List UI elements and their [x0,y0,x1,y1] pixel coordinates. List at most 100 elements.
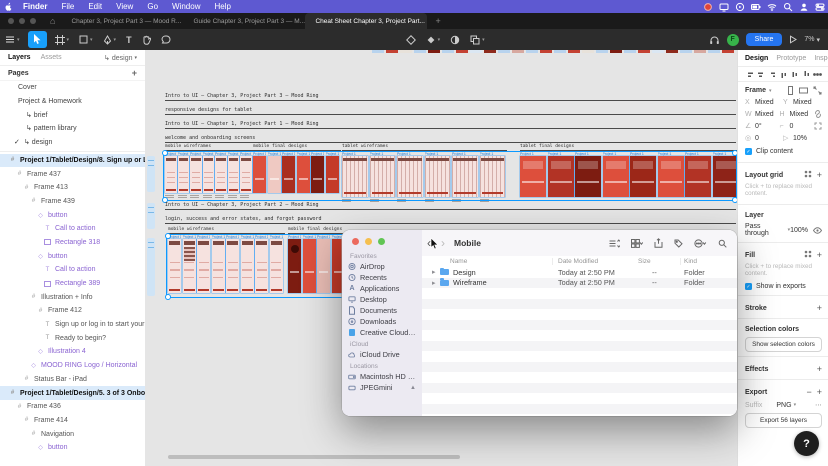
menu-item-edit[interactable]: Edit [81,2,109,11]
sidebar-item-macintosh-hd-data[interactable]: Macintosh HD - Data [342,371,422,382]
show-in-exports-checkbox[interactable]: ✓Show in exports [738,281,828,292]
apple-icon[interactable] [0,1,16,12]
boolean-groups-icon[interactable]: ▾ [465,31,490,48]
align-right-icon[interactable] [768,70,777,79]
layer-row[interactable]: ◇button [0,249,145,263]
layer-row[interactable]: #Frame 436 [0,400,145,414]
eject-icon[interactable]: ▲ [410,385,416,391]
list-view-icon[interactable] [609,239,620,248]
export-format-select[interactable]: PNG▾ [776,402,796,409]
mask-icon[interactable] [445,31,465,48]
finder-window-controls[interactable] [352,238,385,245]
y-position-field[interactable]: YMixed [783,99,821,106]
sidebar-item-icloud-drive[interactable]: iCloud Drive [342,349,422,360]
wifi-icon[interactable] [764,2,780,12]
layer-row[interactable]: Rectangle 389 [0,277,145,291]
layer-row[interactable]: #Project 1/Tablet/Design/5. 3 of 3 Onboa… [0,386,145,400]
hand-tool-icon[interactable] [137,31,156,48]
page-selector[interactable]: ↳ design▾ [104,54,137,62]
align-top-icon[interactable] [779,70,788,79]
menu-item-finder[interactable]: Finder [16,2,54,11]
align-bottom-icon[interactable] [802,70,811,79]
window-control-dot[interactable] [8,18,14,24]
actions-icon[interactable] [694,239,707,248]
tab-design[interactable]: Design [745,55,768,62]
window-control-dot[interactable] [19,18,25,24]
tab-layers[interactable]: Layers [8,54,31,61]
file-row-wireframe[interactable]: ▸WireframeToday at 2:50 PM--Folder [422,278,737,289]
tab-prototype[interactable]: Prototype [776,55,806,62]
home-icon[interactable]: ⌂ [44,13,61,29]
disclosure-triangle[interactable]: ▸ [432,279,436,287]
layer-row[interactable]: ◇Illustration 4 [0,345,145,359]
layer-row[interactable]: #Project 1/Tablet/Design/8. Sign up or L… [0,154,145,168]
layer-row[interactable]: TReady to begin? [0,331,145,345]
selection-handle[interactable] [165,233,171,239]
visibility-eye-icon[interactable] [813,227,822,234]
play-circle-icon[interactable] [732,2,748,12]
comment-tool-icon[interactable] [156,31,176,48]
tag-icon[interactable] [674,239,683,248]
control-center-icon[interactable] [812,2,828,12]
user-icon[interactable] [796,2,812,12]
horizontal-scrollbar[interactable] [168,455,460,459]
new-tab-button[interactable]: + [427,13,448,29]
align-left-icon[interactable] [745,70,754,79]
layer-row[interactable]: ◇button [0,208,145,222]
column-header-date-modified[interactable]: Date Modified [558,258,598,265]
align-middle-v-icon[interactable] [790,70,799,79]
layer-row[interactable]: #Frame 412 [0,304,145,318]
group-icon[interactable] [631,239,643,248]
checkbox-checked-icon[interactable]: ✓ [745,283,752,290]
landscape-icon[interactable] [799,86,808,95]
add-stroke-button[interactable]: + [817,303,822,313]
export-suffix-field[interactable]: Suffix [745,402,762,409]
sidebar-item-desktop[interactable]: Desktop [342,294,422,305]
column-header-size[interactable]: Size [638,258,651,265]
edit-object-icon[interactable] [401,31,421,48]
layer-row[interactable]: Rectangle 318 [0,236,145,250]
x-position-field[interactable]: XMixed [745,99,783,106]
menu-item-help[interactable]: Help [207,2,237,11]
selection-handle[interactable] [165,294,171,300]
battery-icon[interactable] [748,2,764,12]
sidebar-item-documents[interactable]: Documents [342,305,422,316]
window-control-dot[interactable] [30,18,36,24]
file-tab-1[interactable]: Guide Chapter 3, Project Part 3 — M... [183,13,305,29]
sidebar-item-airdrop[interactable]: AirDrop [342,261,422,272]
height-field[interactable]: HMixed [780,111,815,118]
corner-radius-field[interactable]: ⌐0 [780,123,815,130]
layer-row[interactable]: ◇button [0,441,145,455]
column-header-kind[interactable]: Kind [684,258,697,265]
share-button[interactable]: Share [746,33,783,46]
file-tab-0[interactable]: Chapter 3, Project Part 3 — Mood R... [61,13,183,29]
layer-row[interactable]: #Navigation [0,427,145,441]
grid-styles-icon[interactable] [804,170,812,180]
finder-window[interactable]: FavoritesAirDropRecentsAApplicationsDesk… [342,230,737,416]
frame-tool-icon[interactable]: ▾ [50,31,75,48]
resize-icon[interactable] [813,86,822,95]
layer-row[interactable]: #Illustration + Info [0,290,145,304]
layer-row[interactable]: #Frame 413 [0,181,145,195]
display-icon[interactable] [716,2,732,12]
layer-row[interactable]: #Frame 414 [0,414,145,428]
layer-row[interactable]: TSign up or log in to start your ... [0,318,145,332]
menu-item-file[interactable]: File [54,2,81,11]
zoom-level-control[interactable]: 7%▾ [804,36,820,44]
shape-tool-icon[interactable]: ▾ [74,31,98,48]
layer-row[interactable]: TCall to action [0,222,145,236]
page-item-0[interactable]: Cover [0,81,145,95]
layer-row[interactable]: ◇MOOD RING Logo / Horizontal [0,359,145,373]
file-row-design[interactable]: ▸DesignToday at 2:50 PM--Folder [422,267,737,278]
present-icon[interactable] [789,35,797,44]
portrait-icon[interactable] [787,86,794,95]
tab-assets[interactable]: Assets [41,54,62,61]
add-layout-grid-button[interactable]: + [817,170,822,180]
zoom-button[interactable] [378,238,385,245]
add-effect-button[interactable]: + [817,364,822,374]
sidebar-item-applications[interactable]: AApplications [342,283,422,294]
layer-row[interactable]: #Status Bar - iPad [0,373,145,387]
record-icon[interactable] [700,2,716,12]
sidebar-item-downloads[interactable]: Downloads [342,316,422,327]
tab-inspect[interactable]: Inspect [814,55,828,62]
